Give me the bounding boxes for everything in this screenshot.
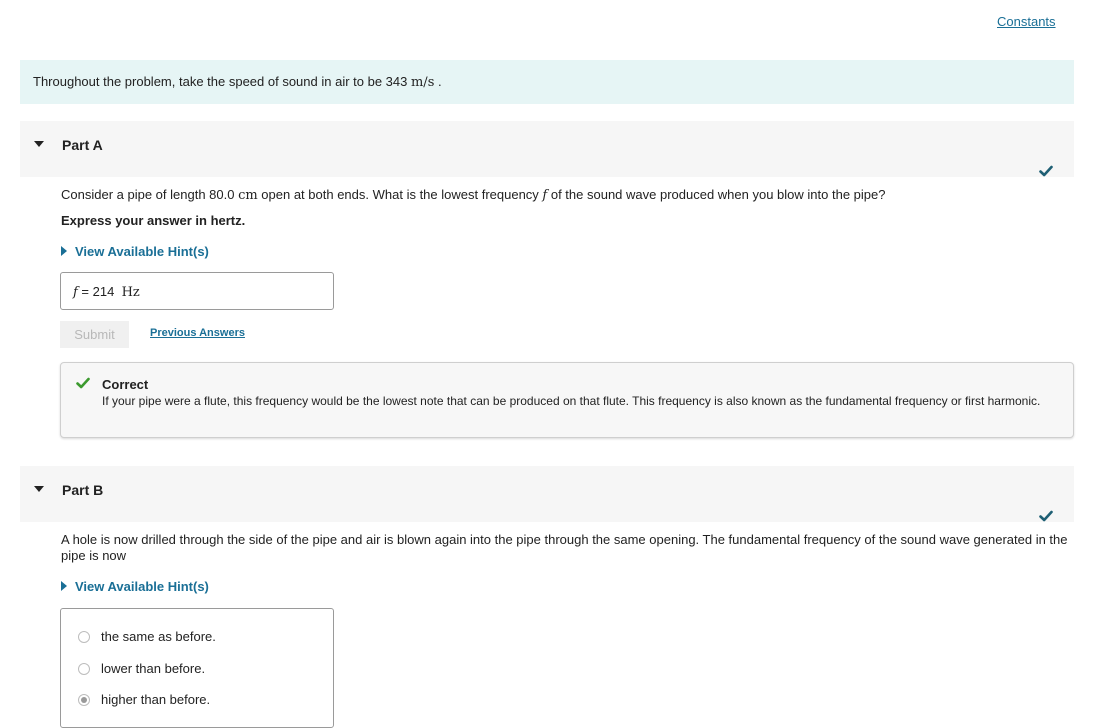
intro-unit: m/s bbox=[410, 75, 435, 90]
answer-unit: Hz bbox=[121, 285, 140, 300]
answer-equals: = bbox=[77, 284, 93, 299]
check-icon bbox=[76, 377, 90, 389]
choice-label: lower than before. bbox=[101, 661, 206, 676]
choice-same[interactable]: the same as before. bbox=[78, 629, 216, 644]
part-a-instruction: Express your answer in hertz. bbox=[61, 213, 246, 228]
hint-label: View Available Hint(s) bbox=[75, 244, 209, 259]
choice-group: the same as before. lower than before. h… bbox=[60, 608, 334, 728]
question-unit: cm bbox=[238, 188, 258, 203]
part-a-question: Consider a pipe of length 80.0 cm open a… bbox=[61, 187, 885, 204]
triangle-right-icon bbox=[61, 581, 67, 591]
constants-link[interactable]: Constants bbox=[997, 14, 1056, 29]
feedback-box: Correct If your pipe were a flute, this … bbox=[60, 362, 1074, 438]
answer-field[interactable]: f = 214 Hz bbox=[60, 272, 334, 310]
question-text: open at both ends. What is the lowest fr… bbox=[257, 187, 543, 202]
hint-label: View Available Hint(s) bbox=[75, 579, 209, 594]
triangle-right-icon bbox=[61, 246, 67, 256]
intro-suffix: . bbox=[434, 74, 442, 89]
intro-text: Throughout the problem, take the speed o… bbox=[33, 74, 411, 89]
part-b-question: A hole is now drilled through the side o… bbox=[61, 532, 1068, 563]
question-text: Consider a pipe of length 80.0 bbox=[61, 187, 239, 202]
part-b-title: Part B bbox=[62, 482, 104, 498]
part-a-hint-toggle[interactable]: View Available Hint(s) bbox=[61, 244, 209, 259]
choice-label: higher than before. bbox=[101, 692, 211, 707]
check-icon bbox=[1039, 165, 1053, 177]
part-b-hint-toggle[interactable]: View Available Hint(s) bbox=[61, 579, 209, 594]
choice-label: the same as before. bbox=[101, 629, 216, 644]
radio-button[interactable] bbox=[78, 693, 90, 706]
answer-value: 214 bbox=[92, 284, 115, 299]
radio-button[interactable] bbox=[78, 662, 90, 675]
feedback-title: Correct bbox=[102, 377, 149, 392]
triangle-down-icon[interactable] bbox=[34, 486, 44, 492]
previous-answers-link[interactable]: Previous Answers bbox=[150, 327, 245, 339]
triangle-down-icon[interactable] bbox=[34, 141, 44, 147]
submit-button[interactable]: Submit bbox=[60, 321, 129, 348]
part-a-title: Part A bbox=[62, 137, 103, 153]
question-text: of the sound wave produced when you blow… bbox=[547, 187, 886, 202]
check-icon bbox=[1039, 510, 1053, 522]
part-a-header[interactable]: Part A bbox=[20, 121, 1074, 177]
radio-button[interactable] bbox=[78, 630, 90, 643]
choice-higher[interactable]: higher than before. bbox=[78, 692, 210, 707]
feedback-body: If your pipe were a flute, this frequenc… bbox=[102, 394, 1041, 408]
choice-lower[interactable]: lower than before. bbox=[78, 661, 205, 676]
intro-banner: Throughout the problem, take the speed o… bbox=[20, 60, 1074, 104]
part-b-header[interactable]: Part B bbox=[20, 466, 1074, 522]
